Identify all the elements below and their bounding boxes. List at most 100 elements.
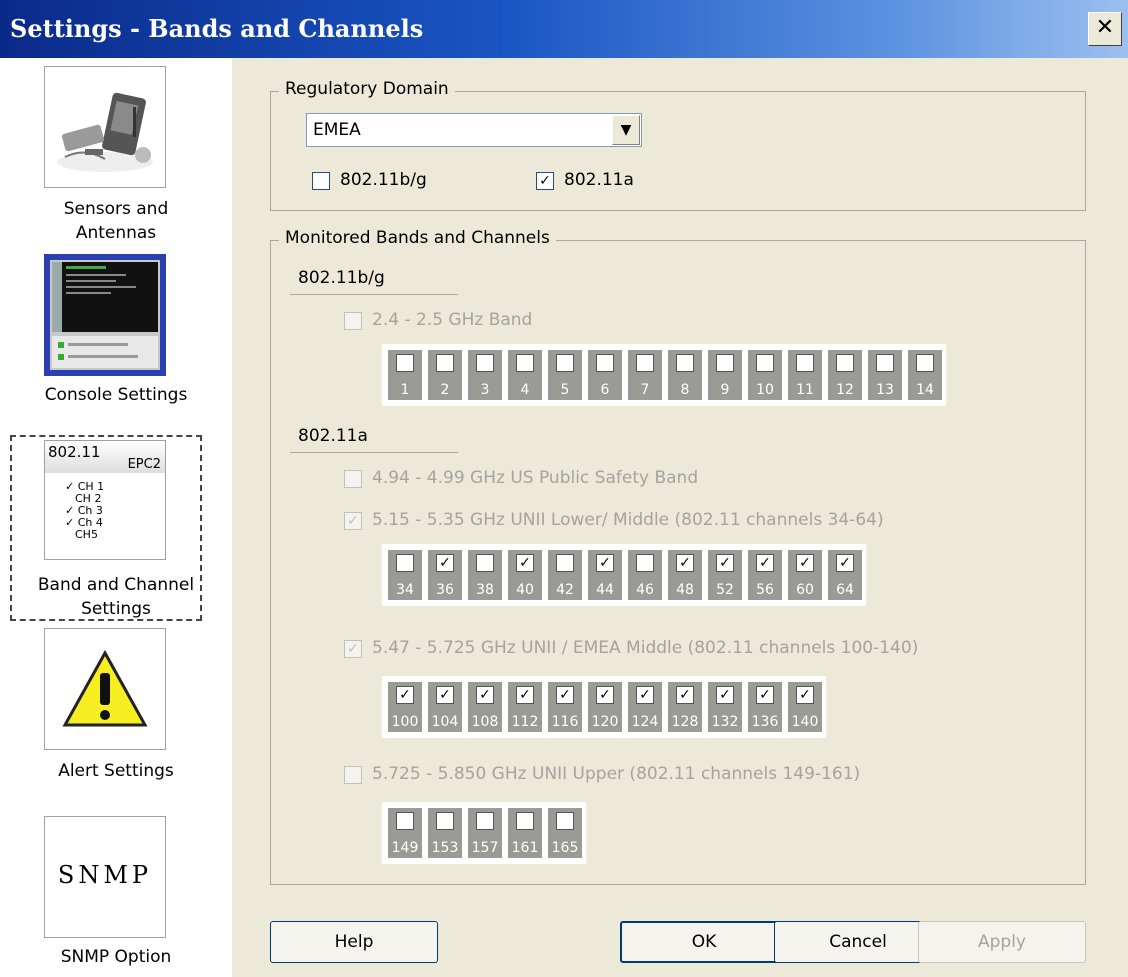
ok-button[interactable]: OK (620, 921, 788, 963)
channel-100[interactable]: ✓ 100 (388, 682, 422, 732)
channel-8[interactable]: 8 (668, 350, 702, 400)
channel-checkbox[interactable]: ✓ (436, 554, 454, 572)
channel-checkbox[interactable]: ✓ (796, 554, 814, 572)
channel-checkbox[interactable]: ✓ (596, 554, 614, 572)
channel-checkbox[interactable]: ✓ (516, 686, 534, 704)
channel-36[interactable]: ✓ 36 (428, 550, 462, 600)
channel-checkbox[interactable]: ✓ (516, 554, 534, 572)
channel-checkbox[interactable] (556, 812, 574, 830)
channel-checkbox[interactable] (396, 812, 414, 830)
channel-checkbox[interactable] (636, 354, 654, 372)
band-checkbox-5-15ghz[interactable]: ✓ (344, 512, 362, 530)
channel-64[interactable]: ✓ 64 (828, 550, 862, 600)
channel-checkbox[interactable] (876, 354, 894, 372)
channel-136[interactable]: ✓ 136 (748, 682, 782, 732)
close-button[interactable]: ✕ (1088, 12, 1122, 46)
channel-checkbox[interactable] (556, 354, 574, 372)
channel-153[interactable]: 153 (428, 808, 462, 858)
channel-52[interactable]: ✓ 52 (708, 550, 742, 600)
channel-checkbox[interactable] (636, 554, 654, 572)
channel-checkbox[interactable] (516, 354, 534, 372)
band-checkbox-5-47ghz[interactable]: ✓ (344, 640, 362, 658)
channel-5[interactable]: 5 (548, 350, 582, 400)
channel-checkbox[interactable] (436, 812, 454, 830)
channel-checkbox[interactable]: ✓ (756, 554, 774, 572)
channel-48[interactable]: ✓ 48 (668, 550, 702, 600)
channel-2[interactable]: 2 (428, 350, 462, 400)
channel-checkbox[interactable] (756, 354, 774, 372)
channel-56[interactable]: ✓ 56 (748, 550, 782, 600)
regulatory-domain-select[interactable]: EMEA ▼ (306, 113, 642, 147)
channel-120[interactable]: ✓ 120 (588, 682, 622, 732)
channel-104[interactable]: ✓ 104 (428, 682, 462, 732)
channel-checkbox[interactable]: ✓ (716, 554, 734, 572)
band-checkbox-4-94ghz[interactable] (344, 470, 362, 488)
channel-checkbox[interactable] (476, 554, 494, 572)
channel-checkbox[interactable] (796, 354, 814, 372)
channel-number: 60 (796, 582, 814, 598)
channel-140[interactable]: ✓ 140 (788, 682, 822, 732)
dropdown-arrow-icon[interactable]: ▼ (612, 115, 640, 145)
channel-checkbox[interactable]: ✓ (556, 686, 574, 704)
channel-checkbox[interactable] (596, 354, 614, 372)
channel-6[interactable]: 6 (588, 350, 622, 400)
channel-14[interactable]: 14 (908, 350, 942, 400)
channel-checkbox[interactable] (476, 812, 494, 830)
channel-checkbox[interactable]: ✓ (676, 686, 694, 704)
channel-12[interactable]: 12 (828, 350, 862, 400)
channel-checkbox[interactable]: ✓ (476, 686, 494, 704)
checkbox-802-11a[interactable]: ✓ (536, 172, 554, 190)
channel-checkbox[interactable]: ✓ (796, 686, 814, 704)
channel-checkbox[interactable] (676, 354, 694, 372)
channel-60[interactable]: ✓ 60 (788, 550, 822, 600)
channel-132[interactable]: ✓ 132 (708, 682, 742, 732)
channel-checkbox[interactable]: ✓ (836, 554, 854, 572)
channel-checkbox[interactable] (836, 354, 854, 372)
sidebar-item-label: Band and Channel (37, 575, 195, 595)
channel-checkbox[interactable]: ✓ (396, 686, 414, 704)
channel-44[interactable]: ✓ 44 (588, 550, 622, 600)
channel-42[interactable]: 42 (548, 550, 582, 600)
channel-checkbox[interactable]: ✓ (676, 554, 694, 572)
channel-11[interactable]: 11 (788, 350, 822, 400)
channel-1[interactable]: 1 (388, 350, 422, 400)
channel-40[interactable]: ✓ 40 (508, 550, 542, 600)
channel-165[interactable]: 165 (548, 808, 582, 858)
channel-7[interactable]: 7 (628, 350, 662, 400)
channel-34[interactable]: 34 (388, 550, 422, 600)
channel-161[interactable]: 161 (508, 808, 542, 858)
channel-checkbox[interactable]: ✓ (596, 686, 614, 704)
channel-checkbox[interactable] (516, 812, 534, 830)
channel-4[interactable]: 4 (508, 350, 542, 400)
channel-9[interactable]: 9 (708, 350, 742, 400)
cancel-button[interactable]: Cancel (774, 921, 942, 963)
channel-124[interactable]: ✓ 124 (628, 682, 662, 732)
channel-116[interactable]: ✓ 116 (548, 682, 582, 732)
channel-checkbox[interactable]: ✓ (636, 686, 654, 704)
channel-112[interactable]: ✓ 112 (508, 682, 542, 732)
channel-149[interactable]: 149 (388, 808, 422, 858)
channel-checkbox[interactable] (396, 354, 414, 372)
channel-checkbox[interactable]: ✓ (716, 686, 734, 704)
channel-checkbox[interactable]: ✓ (436, 686, 454, 704)
band-checkbox-5-725ghz[interactable] (344, 766, 362, 784)
channel-checkbox[interactable] (396, 554, 414, 572)
channel-checkbox[interactable]: ✓ (756, 686, 774, 704)
channel-checkbox[interactable] (716, 354, 734, 372)
channel-157[interactable]: 157 (468, 808, 502, 858)
channel-checkbox[interactable] (916, 354, 934, 372)
channel-checkbox[interactable] (476, 354, 494, 372)
channel-46[interactable]: 46 (628, 550, 662, 600)
apply-button[interactable]: Apply (918, 921, 1086, 963)
help-button[interactable]: Help (270, 921, 438, 963)
channel-108[interactable]: ✓ 108 (468, 682, 502, 732)
band-checkbox-2-4ghz[interactable] (344, 312, 362, 330)
channel-3[interactable]: 3 (468, 350, 502, 400)
channel-checkbox[interactable] (436, 354, 454, 372)
channel-checkbox[interactable] (556, 554, 574, 572)
channel-13[interactable]: 13 (868, 350, 902, 400)
checkbox-802-11bg[interactable] (312, 172, 330, 190)
channel-38[interactable]: 38 (468, 550, 502, 600)
channel-128[interactable]: ✓ 128 (668, 682, 702, 732)
channel-10[interactable]: 10 (748, 350, 782, 400)
